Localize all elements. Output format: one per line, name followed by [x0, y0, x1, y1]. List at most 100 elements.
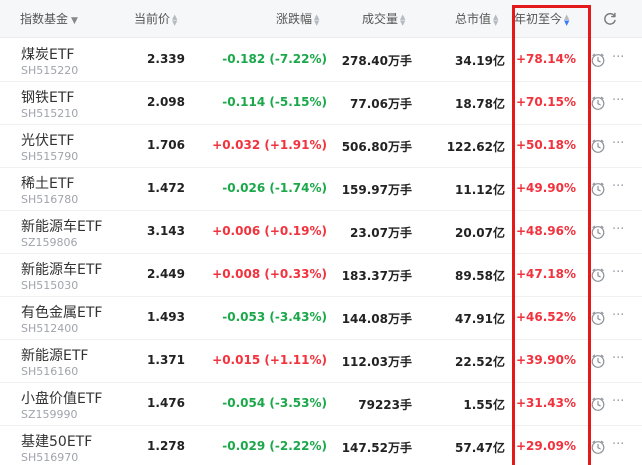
price-change: -0.053 (-3.43%)	[222, 310, 327, 324]
current-price: 1.706	[147, 138, 185, 152]
ytd-return: +47.18%	[515, 267, 576, 281]
header-change-sort[interactable]: 涨跌幅 ▲ ▼	[276, 0, 321, 38]
fund-name[interactable]: 新能源ETF	[21, 345, 88, 365]
table-row[interactable]: 煤炭ETF SH515220 2.339 -0.182 (-7.22%) 278.40万…	[0, 39, 642, 82]
table-row[interactable]: 有色金属ETF SH512400 1.493 -0.053 (-3.43%) 144.0…	[0, 297, 642, 340]
more-icon[interactable]: ···	[612, 437, 624, 452]
header-name-label: 指数基金	[20, 12, 69, 26]
ytd-return: +49.90%	[515, 181, 576, 195]
price-change: -0.114 (-5.15%)	[222, 95, 327, 109]
ytd-return: +39.90%	[515, 353, 576, 367]
clock-icon[interactable]	[590, 310, 606, 326]
header-ytd-label: 年初至今	[514, 12, 563, 26]
price-change: +0.008 (+0.33%)	[212, 267, 327, 281]
more-icon[interactable]: ···	[612, 351, 624, 366]
market-cap: 34.19亿	[455, 54, 505, 68]
clock-icon[interactable]	[590, 138, 606, 154]
fund-code: SH516780	[21, 193, 79, 206]
ytd-return: +50.18%	[515, 138, 576, 152]
trade-volume: 183.37万手	[341, 269, 412, 283]
clock-icon[interactable]	[590, 95, 606, 111]
sort-icon: ▲ ▼	[314, 12, 320, 27]
fund-code: SZ159990	[21, 408, 78, 421]
current-price: 2.339	[147, 52, 185, 66]
market-cap: 47.91亿	[455, 312, 505, 326]
fund-name[interactable]: 钢铁ETF	[21, 87, 74, 107]
fund-code: SH515210	[21, 107, 79, 120]
more-icon[interactable]: ···	[612, 308, 624, 323]
table-row[interactable]: 新能源车ETF SH515030 2.449 +0.008 (+0.33%) 183.3…	[0, 254, 642, 297]
ytd-return: +78.14%	[515, 52, 576, 66]
fund-name[interactable]: 基建50ETF	[21, 431, 92, 451]
ytd-return: +46.52%	[515, 310, 576, 324]
market-cap: 122.62亿	[446, 140, 505, 154]
more-icon[interactable]: ···	[612, 136, 624, 151]
fund-name[interactable]: 新能源车ETF	[21, 259, 102, 279]
trade-volume: 23.07万手	[350, 226, 412, 240]
trade-volume: 278.40万手	[341, 54, 412, 68]
more-icon[interactable]: ···	[612, 222, 624, 237]
header-volume-sort[interactable]: 成交量 ▲ ▼	[362, 0, 407, 38]
more-icon[interactable]: ···	[612, 93, 624, 108]
fund-code: SH516970	[21, 451, 79, 464]
ytd-return: +48.96%	[515, 224, 576, 238]
table-row[interactable]: 基建50ETF SH516970 1.278 -0.029 (-2.22%) 147.5…	[0, 426, 642, 465]
clock-icon[interactable]	[590, 439, 606, 455]
market-cap: 1.55亿	[463, 398, 505, 412]
clock-icon[interactable]	[590, 52, 606, 68]
price-change: +0.015 (+1.11%)	[212, 353, 327, 367]
more-icon[interactable]: ···	[612, 50, 624, 65]
header-ytd-sort[interactable]: 年初至今 ▲ ▼	[514, 0, 571, 38]
current-price: 1.371	[147, 353, 185, 367]
current-price: 1.278	[147, 439, 185, 453]
header-market-cap-label: 总市值	[455, 12, 492, 26]
market-cap: 11.12亿	[455, 183, 505, 197]
table-row[interactable]: 稀土ETF SH516780 1.472 -0.026 (-1.74%) 159.97万…	[0, 168, 642, 211]
clock-icon[interactable]	[590, 181, 606, 197]
sort-icon: ▲ ▼	[564, 12, 570, 27]
table-row[interactable]: 新能源ETF SH516160 1.371 +0.015 (+1.11%) 112.03…	[0, 340, 642, 383]
header-price-sort[interactable]: 当前价 ▲ ▼	[134, 0, 179, 38]
table-row[interactable]: 新能源车ETF SZ159806 3.143 +0.006 (+0.19%) 23.07…	[0, 211, 642, 254]
fund-code: SZ159806	[21, 236, 78, 249]
current-price: 1.472	[147, 181, 185, 195]
fund-code: SH512400	[21, 322, 79, 335]
clock-icon[interactable]	[590, 224, 606, 240]
more-icon[interactable]: ···	[612, 265, 624, 280]
trade-volume: 77.06万手	[350, 97, 412, 111]
price-change: +0.006 (+0.19%)	[212, 224, 327, 238]
more-icon[interactable]: ···	[612, 179, 624, 194]
fund-name[interactable]: 新能源车ETF	[21, 216, 102, 236]
refresh-icon[interactable]	[602, 11, 618, 27]
header-market-cap-sort[interactable]: 总市值 ▲ ▼	[455, 0, 500, 38]
fund-name[interactable]: 有色金属ETF	[21, 302, 102, 322]
fund-name[interactable]: 煤炭ETF	[21, 44, 74, 64]
fund-code: SH515790	[21, 150, 79, 163]
sort-icon: ▲ ▼	[400, 12, 406, 27]
fund-name[interactable]: 小盘价值ETF	[21, 388, 102, 408]
clock-icon[interactable]	[590, 267, 606, 283]
table-row[interactable]: 光伏ETF SH515790 1.706 +0.032 (+1.91%) 506.80万…	[0, 125, 642, 168]
table-header: 指数基金 ▼ 当前价 ▲ ▼ 涨跌幅 ▲ ▼ 成交量 ▲ ▼ 总市值 ▲ ▼ 年初至今 ▲ ▼	[0, 0, 642, 38]
fund-name[interactable]: 稀土ETF	[21, 173, 74, 193]
price-change: -0.182 (-7.22%)	[222, 52, 327, 66]
table-row[interactable]: 小盘价值ETF SZ159990 1.476 -0.054 (-3.53%) 79223…	[0, 383, 642, 426]
header-name-dropdown[interactable]: 指数基金 ▼	[20, 0, 78, 38]
price-change: -0.026 (-1.74%)	[222, 181, 327, 195]
trade-volume: 112.03万手	[341, 355, 412, 369]
ytd-return: +70.15%	[515, 95, 576, 109]
current-price: 3.143	[147, 224, 185, 238]
more-icon[interactable]: ···	[612, 394, 624, 409]
market-cap: 57.47亿	[455, 441, 505, 455]
fund-name[interactable]: 光伏ETF	[21, 130, 74, 150]
clock-icon[interactable]	[590, 396, 606, 412]
current-price: 2.449	[147, 267, 185, 281]
header-volume-label: 成交量	[362, 12, 399, 26]
trade-volume: 147.52万手	[341, 441, 412, 455]
price-change: +0.032 (+1.91%)	[212, 138, 327, 152]
fund-code: SH515220	[21, 64, 79, 77]
clock-icon[interactable]	[590, 353, 606, 369]
header-price-label: 当前价	[134, 12, 171, 26]
current-price: 1.493	[147, 310, 185, 324]
table-row[interactable]: 钢铁ETF SH515210 2.098 -0.114 (-5.15%) 77.06万手…	[0, 82, 642, 125]
